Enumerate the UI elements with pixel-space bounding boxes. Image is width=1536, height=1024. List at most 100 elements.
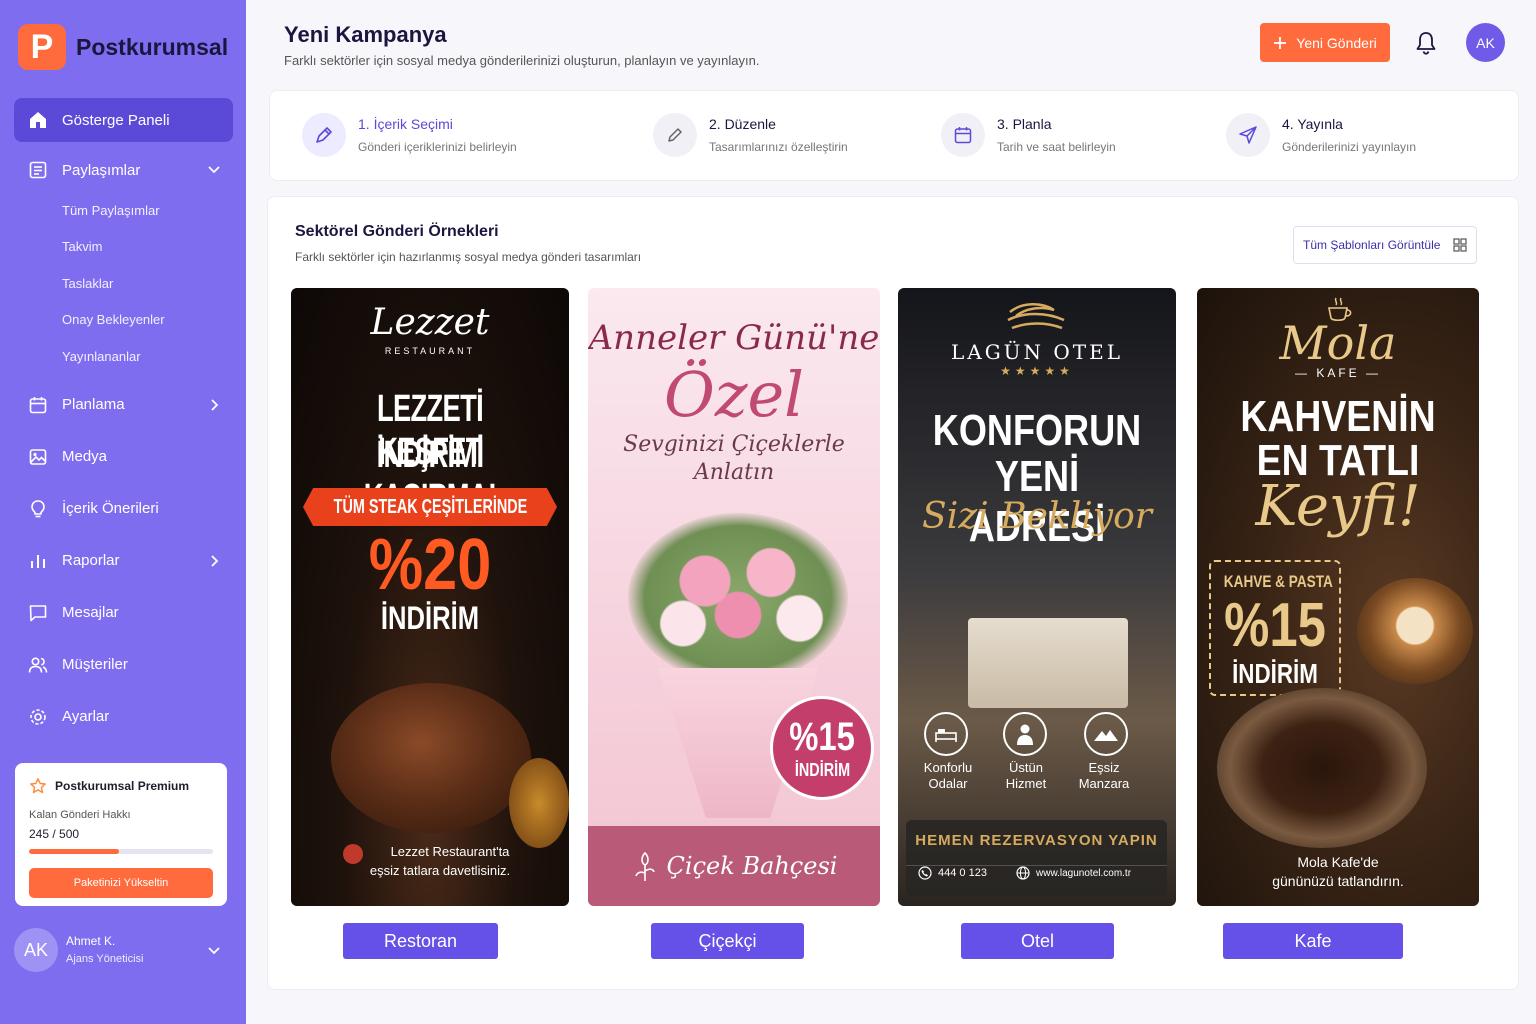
step-desc: Tasarımlarınızı özelleştirin xyxy=(709,140,848,154)
hotel-brand: LAGÜN OTEL xyxy=(950,340,1124,364)
hotel-stars: ★★★★★ xyxy=(1000,364,1074,378)
globe-icon xyxy=(1016,866,1030,880)
florist-discount-label: İNDİRİM xyxy=(794,760,850,780)
chocolate-cake-image xyxy=(1217,688,1427,848)
post-card-hotel[interactable]: LAGÜN OTEL ★★★★★ KONFORUN YENİ ADRESİ Si… xyxy=(898,288,1176,906)
view-all-templates-button[interactable]: Tüm Şablonları Görüntüle xyxy=(1293,226,1477,264)
sector-button-cafe[interactable]: Kafe xyxy=(1223,923,1403,959)
cafe-headline-1: KAHVENİN xyxy=(1240,392,1436,441)
quota-progress-fill xyxy=(29,849,120,854)
latte-cup-image xyxy=(1357,578,1473,684)
step-publish[interactable]: 4. Yayınla Gönderilerinizi yayınlayın xyxy=(1226,113,1416,157)
florist-tagline-1: Sevginizi Çiçeklerle xyxy=(623,432,845,457)
post-card-restaurant[interactable]: Lezzet RESTAURANT LEZZETİ KEŞFET İNDİRİM… xyxy=(291,288,569,906)
cafe-footer-2: gününüzü tatlandırın. xyxy=(1272,873,1404,889)
sidebar-item-messages[interactable]: Mesajlar xyxy=(14,587,233,639)
bed-icon xyxy=(924,712,968,756)
feature-line-2: Manzara xyxy=(1078,776,1130,791)
send-icon xyxy=(1239,126,1257,144)
section-subtitle: Farklı sektörler için hazırlanmış sosyal… xyxy=(295,250,642,264)
bar-chart-icon xyxy=(28,551,48,571)
feature-line-1: Üstün xyxy=(1009,760,1043,775)
sidebar-item-reports[interactable]: Raporlar xyxy=(14,535,233,587)
submenu-item-published[interactable]: Yayınlananlar xyxy=(14,338,233,375)
cafe-script: Keyfi! xyxy=(1255,474,1421,539)
post-card-cafe[interactable]: Mola — KAFE — KAHVENİN EN TATLI Keyfi! K… xyxy=(1197,288,1479,906)
florist-title-1: Anneler Günü'ne xyxy=(588,318,880,358)
sidebar-item-label: Gösterge Paneli xyxy=(62,111,170,129)
phone-icon xyxy=(918,866,932,880)
upgrade-plan-button[interactable]: Paketinizi Yükseltin xyxy=(29,868,213,898)
sidebar-item-media[interactable]: Medya xyxy=(14,431,233,483)
restaurant-brand-sub: RESTAURANT xyxy=(384,346,476,356)
pen-tool-icon xyxy=(316,127,332,143)
sidebar-item-settings[interactable]: Ayarlar xyxy=(14,691,233,743)
home-icon xyxy=(28,110,48,130)
flower-icon xyxy=(634,851,655,881)
sector-button-florist[interactable]: Çiçekçi xyxy=(651,923,804,959)
logo-icon: P xyxy=(18,24,66,70)
hotel-phone: 444 0 123 xyxy=(938,867,987,879)
view-all-templates-label: Tüm Şablonları Görüntüle xyxy=(1303,238,1441,252)
remaining-posts-count: 245 / 500 xyxy=(29,827,80,841)
sidebar-item-dashboard[interactable]: Gösterge Paneli xyxy=(14,98,233,142)
step-content-selection[interactable]: 1. İçerik Seçimi Gönderi içeriklerinizi b… xyxy=(302,113,517,157)
sidebar: P Postkurumsal Gösterge Paneli Paylaşıml… xyxy=(0,0,246,1024)
user-profile[interactable]: AK Ahmet K. Ajans Yöneticisi xyxy=(14,925,233,975)
sector-examples-panel: Sektörel Gönderi Örnekleri Farklı sektör… xyxy=(267,196,1519,990)
sector-button-hotel[interactable]: Otel xyxy=(961,923,1114,959)
sidebar-item-planning[interactable]: Planlama xyxy=(14,379,233,431)
step-desc: Tarih ve saat belirleyin xyxy=(997,140,1116,154)
florist-title-2: Özel xyxy=(663,358,804,431)
brand-name: Postkurumsal xyxy=(76,33,229,60)
steak-image xyxy=(331,683,531,833)
cafe-discount-box: KAHVE & PASTA %15 İNDİRİM xyxy=(1209,560,1341,696)
bellboy-icon xyxy=(1003,712,1047,756)
submenu-item-pending[interactable]: Onay Bekleyenler xyxy=(14,302,233,339)
sidebar-item-customers[interactable]: Müşteriler xyxy=(14,639,233,691)
step-edit[interactable]: 2. Düzenle Tasarımlarınızı özelleştirin xyxy=(653,113,848,157)
user-name: Ahmet K. xyxy=(66,934,116,948)
document-icon xyxy=(28,160,48,180)
chevron-down-icon[interactable] xyxy=(205,160,223,178)
chevron-right-icon[interactable] xyxy=(205,396,223,414)
submenu-item-calendar[interactable]: Takvim xyxy=(14,229,233,266)
avatar[interactable]: AK xyxy=(1466,23,1505,62)
cafe-brand-sub: — KAFE — xyxy=(1294,366,1381,380)
florist-discount: %15 xyxy=(789,715,855,759)
campaign-steps: 1. İçerik Seçimi Gönderi içeriklerinizi b… xyxy=(269,90,1519,181)
feature-line-1: Eşsiz xyxy=(1088,760,1120,775)
sidebar-item-posts[interactable]: Paylaşımlar xyxy=(14,148,233,192)
users-icon xyxy=(28,655,48,675)
lightbulb-icon xyxy=(28,499,48,519)
sidebar-item-label: Mesajlar xyxy=(62,604,119,621)
remaining-posts-label: Kalan Gönderi Hakkı xyxy=(29,809,131,821)
chevron-right-icon[interactable] xyxy=(205,552,223,570)
posts-submenu: Tüm Paylaşımlar Takvim Taslaklar Onay Be… xyxy=(14,192,233,375)
feature-superior-service: Üstün Hizmet xyxy=(986,760,1066,792)
cafe-footer-1: Mola Kafe'de xyxy=(1297,854,1379,870)
step-plan[interactable]: 3. Planla Tarih ve saat belirleyin xyxy=(941,113,1116,157)
feature-comfortable-rooms: Konforlu Odalar xyxy=(908,760,988,792)
restaurant-discount: %20 xyxy=(368,525,492,605)
sidebar-item-content-suggestions[interactable]: İçerik Önerileri xyxy=(14,483,233,535)
hotel-cta-box: HEMEN REZERVASYON YAPIN 444 0 123 www.la… xyxy=(906,820,1167,896)
calendar-icon xyxy=(954,127,972,144)
calendar-icon xyxy=(28,395,48,415)
submenu-item-drafts[interactable]: Taslaklar xyxy=(14,265,233,302)
cafe-box-title: KAHVE & PASTA xyxy=(1223,572,1333,591)
bell-icon[interactable] xyxy=(1414,30,1438,56)
restaurant-ribbon: TÜM STEAK ÇEŞİTLERİNDE xyxy=(303,488,557,526)
post-card-florist[interactable]: Anneler Günü'ne Özel Sevginizi Çiçeklerl… xyxy=(588,288,880,906)
avatar: AK xyxy=(14,928,58,972)
chevron-down-icon[interactable] xyxy=(205,941,223,959)
florist-discount-badge: %15 İNDİRİM xyxy=(770,696,874,800)
cafe-discount: %15 xyxy=(1224,591,1326,660)
florist-footer: Çiçek Bahçesi xyxy=(588,826,880,906)
new-post-button[interactable]: Yeni Gönderi xyxy=(1260,23,1390,62)
brand-logo[interactable]: P Postkurumsal xyxy=(18,24,228,70)
hotel-website: www.lagunotel.com.tr xyxy=(1036,867,1132,879)
feature-line-1: Konforlu xyxy=(923,760,973,775)
submenu-item-all-posts[interactable]: Tüm Paylaşımlar xyxy=(14,192,233,229)
sector-button-restaurant[interactable]: Restoran xyxy=(343,923,498,959)
